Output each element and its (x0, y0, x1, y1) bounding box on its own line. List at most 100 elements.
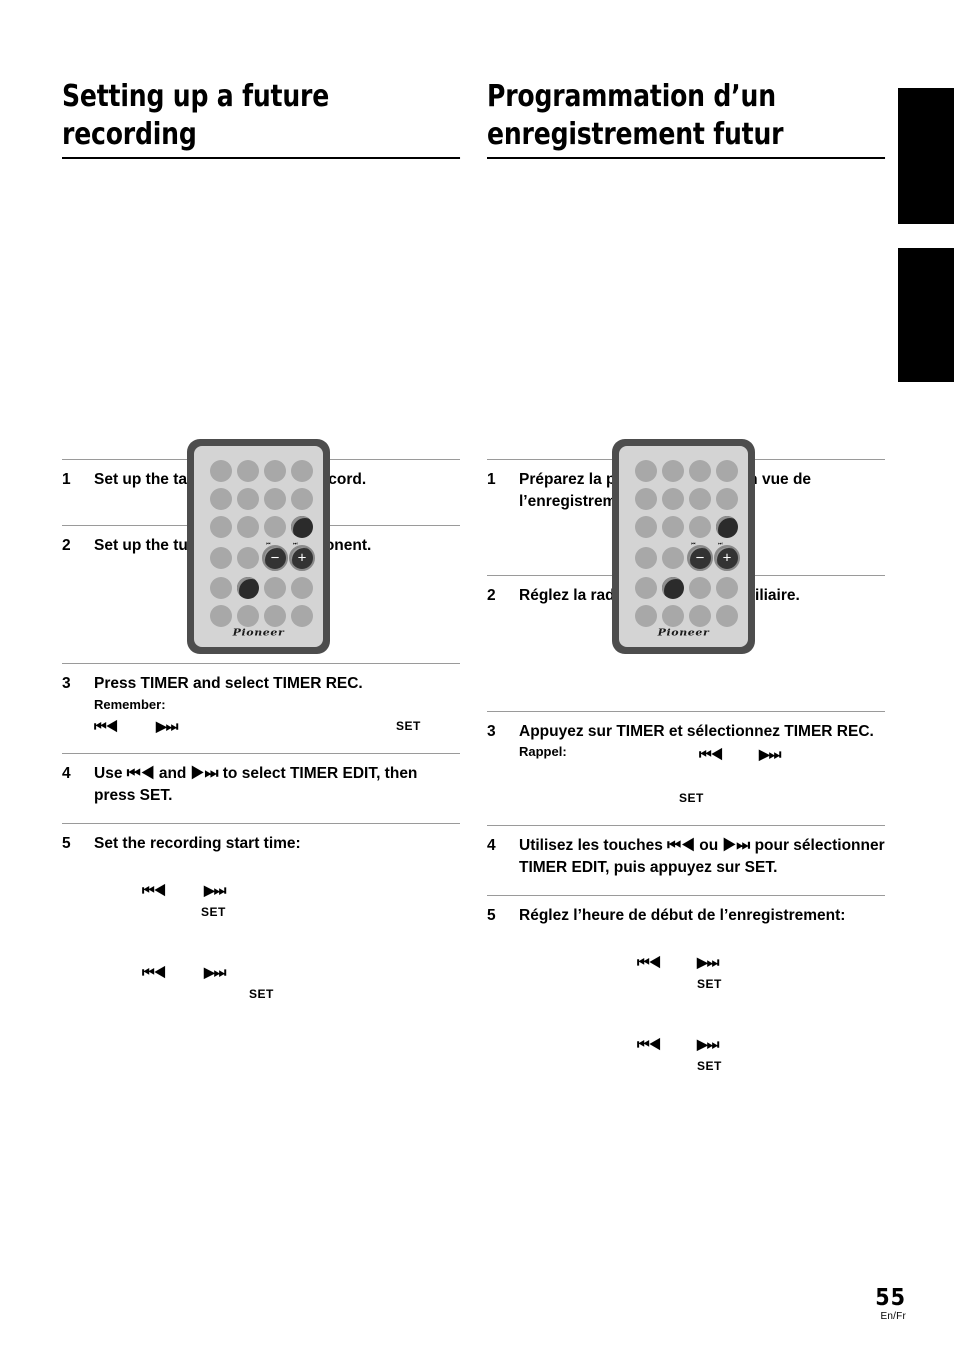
glyph-row: Rappel: ⏮◀ ▶⏭ (519, 743, 885, 765)
page-number: 55 (875, 1285, 906, 1311)
remote-button (635, 547, 657, 569)
remote-button (662, 605, 684, 627)
step-number: 3 (62, 675, 71, 692)
step-text: Use ⏮◀ and ▶⏭ to select TIMER EDIT, then… (94, 765, 418, 804)
step-number: 4 (487, 837, 496, 854)
step-number: 5 (487, 907, 496, 924)
remote-button (237, 460, 259, 482)
glyph-row: ⏮◀ ▶⏭ (94, 961, 460, 983)
next-track-glyph: ▶⏭ (759, 746, 781, 762)
pioneer-logo: Pioneer (657, 627, 710, 638)
remote-button (210, 516, 232, 538)
remote-body: ⏮ ⏭ − + Pioneer (187, 439, 330, 654)
thumb-tab-lower (898, 248, 954, 382)
remote-button (210, 605, 232, 627)
remote-button (291, 577, 313, 599)
step-text: Appuyez sur TIMER et sélectionnez TIMER … (519, 723, 874, 740)
remote-button (689, 605, 711, 627)
remote-timer-button-highlight (716, 516, 738, 538)
step-item: 5 Set the recording start time: ⏮◀ ▶⏭ SE… (62, 824, 460, 1005)
remote-set-button-highlight (662, 577, 684, 599)
remote-button (291, 488, 313, 510)
next-track-glyph: ▶⏭ (697, 1036, 719, 1052)
remote-button (716, 577, 738, 599)
remote-button (237, 516, 259, 538)
glyph-row: ⏮◀ ▶⏭ (519, 951, 885, 973)
step-item: 4 Use ⏮◀ and ▶⏭ to select TIMER EDIT, th… (62, 754, 460, 807)
remote-set-button-highlight (237, 577, 259, 599)
set-label: SET (396, 719, 421, 733)
remote-illustration-french: ⏮ ⏭ − + Pioneer (487, 159, 885, 654)
remote-button (662, 516, 684, 538)
step-text: Réglez l’heure de début de l’enregistrem… (519, 907, 846, 924)
minus-glyph: − (695, 549, 705, 567)
glyph-row: SET (94, 983, 460, 1005)
step-sub-label: Remember: (94, 697, 166, 712)
remote-body: ⏮ ⏭ − + Pioneer (612, 439, 755, 654)
remote-button (635, 460, 657, 482)
remote-button (716, 488, 738, 510)
glyph-row: SET (519, 787, 885, 809)
remote-button (662, 460, 684, 482)
step-text: Set the recording start time: (94, 835, 301, 852)
thumb-tab-upper (898, 88, 954, 224)
prev-track-glyph: ⏮◀ (142, 964, 166, 980)
remote-button (716, 605, 738, 627)
remote-button (237, 547, 259, 569)
remote-button (210, 547, 232, 569)
page-footer: 55 En/Fr (875, 1286, 906, 1324)
page-language-code: En/Fr (880, 1311, 906, 1322)
prev-track-glyph: ⏮◀ (637, 954, 661, 970)
page-title-english: Setting up a future recording (62, 78, 461, 159)
step-number: 2 (487, 587, 496, 604)
remote-button (264, 577, 286, 599)
remote-plus-button-highlight: + (714, 545, 740, 571)
remote-button (635, 605, 657, 627)
pioneer-logo: Pioneer (232, 627, 285, 638)
remote-button (264, 516, 286, 538)
prev-track-glyph: ⏮◀ (142, 882, 166, 898)
glyph-row: SET (519, 973, 885, 995)
remote-button (635, 577, 657, 599)
remote-button (291, 605, 313, 627)
remote-button (662, 547, 684, 569)
french-column: Programmation d’un enregistrement futur … (487, 78, 886, 1077)
remote-button (237, 605, 259, 627)
remote-button (264, 605, 286, 627)
remote-timer-button-highlight (291, 516, 313, 538)
set-label: SET (697, 977, 722, 991)
remote-button (291, 460, 313, 482)
prev-track-glyph: ⏮◀ (94, 718, 118, 734)
remote-button (264, 488, 286, 510)
remote-button (210, 488, 232, 510)
glyph-row: ⏮◀ ▶⏭ SET (94, 715, 460, 737)
plus-glyph: + (722, 549, 732, 567)
remote-button (689, 577, 711, 599)
set-label: SET (697, 1059, 722, 1073)
set-label: SET (679, 791, 704, 805)
step-number: 1 (487, 471, 496, 488)
remote-button (662, 488, 684, 510)
prev-track-glyph: ⏮◀ (637, 1036, 661, 1052)
set-label: SET (201, 905, 226, 919)
glyph-row: ⏮◀ ▶⏭ (519, 1033, 885, 1055)
remote-button (237, 488, 259, 510)
step-number: 1 (62, 471, 71, 488)
glyph-row: ⏮◀ ▶⏭ (94, 879, 460, 901)
remote-faceplate: ⏮ ⏭ − + Pioneer (194, 446, 323, 647)
remote-button (264, 460, 286, 482)
remote-button (689, 516, 711, 538)
step-item: 3 Appuyez sur TIMER et sélectionnez TIME… (487, 712, 885, 809)
step-text: Press TIMER and select TIMER REC. (94, 675, 363, 692)
step-number: 3 (487, 723, 496, 740)
next-track-glyph: ▶⏭ (156, 718, 178, 734)
remote-faceplate: ⏮ ⏭ − + Pioneer (619, 446, 748, 647)
plus-glyph: + (297, 549, 307, 567)
step-number: 5 (62, 835, 71, 852)
remote-button (635, 488, 657, 510)
set-label: SET (249, 987, 274, 1001)
step-sub-label: Rappel: (519, 744, 567, 759)
page-title-french: Programmation d’un enregistrement futur (487, 78, 886, 159)
remote-minus-button-highlight: − (687, 545, 713, 571)
next-track-glyph: ▶⏭ (697, 954, 719, 970)
